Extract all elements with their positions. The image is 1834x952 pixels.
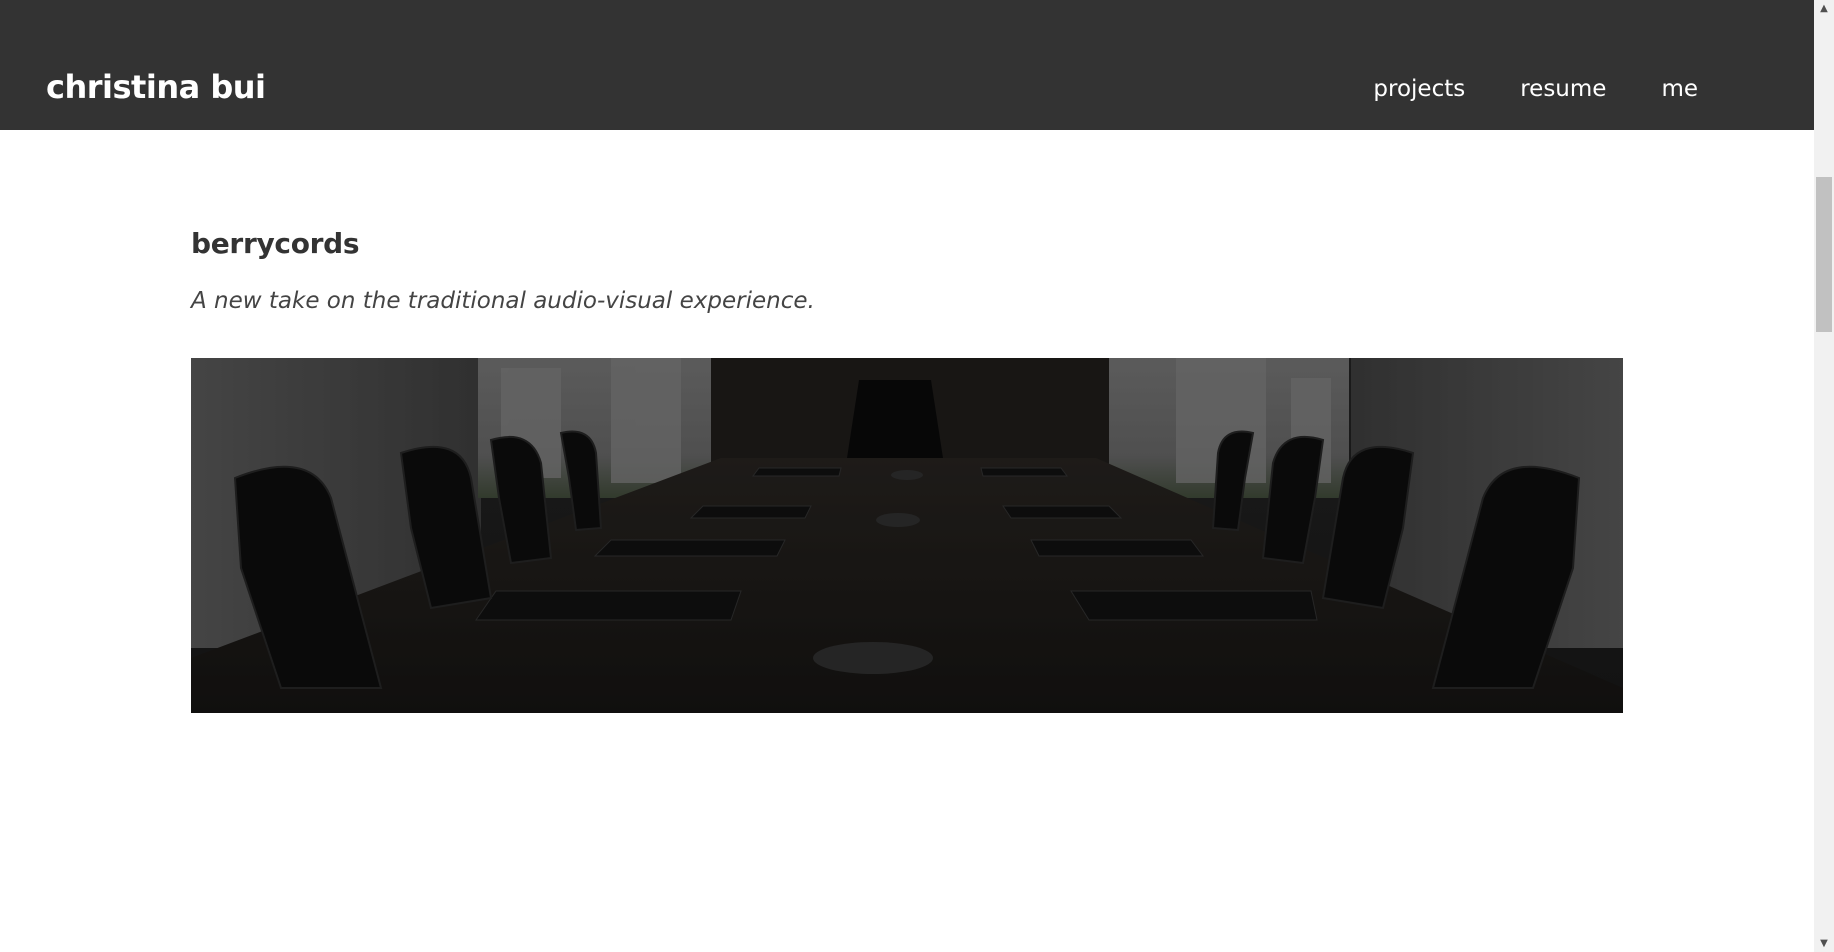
main-nav: projects resume me <box>1318 76 1698 102</box>
page: christina bui projects resume me berryco… <box>0 0 1834 952</box>
nav-link-projects[interactable]: projects <box>1373 76 1465 102</box>
project-tagline: A new take on the traditional audio-visu… <box>191 288 815 314</box>
scroll-down-arrow-icon[interactable]: ▼ <box>1814 935 1834 952</box>
top-navbar: christina bui projects resume me <box>0 0 1814 130</box>
nav-link-resume[interactable]: resume <box>1520 76 1606 102</box>
hero-image <box>191 358 1623 713</box>
scroll-up-arrow-icon[interactable]: ▲ <box>1814 0 1834 17</box>
brand-logo-link[interactable]: christina bui <box>46 68 266 106</box>
project-header: berrycords A new take on the traditional… <box>191 227 1623 314</box>
nav-link-me[interactable]: me <box>1661 76 1698 102</box>
project-title: berrycords <box>191 227 360 260</box>
vertical-scrollbar[interactable]: ▲ ▼ <box>1814 0 1834 952</box>
scrollbar-thumb[interactable] <box>1816 177 1832 332</box>
